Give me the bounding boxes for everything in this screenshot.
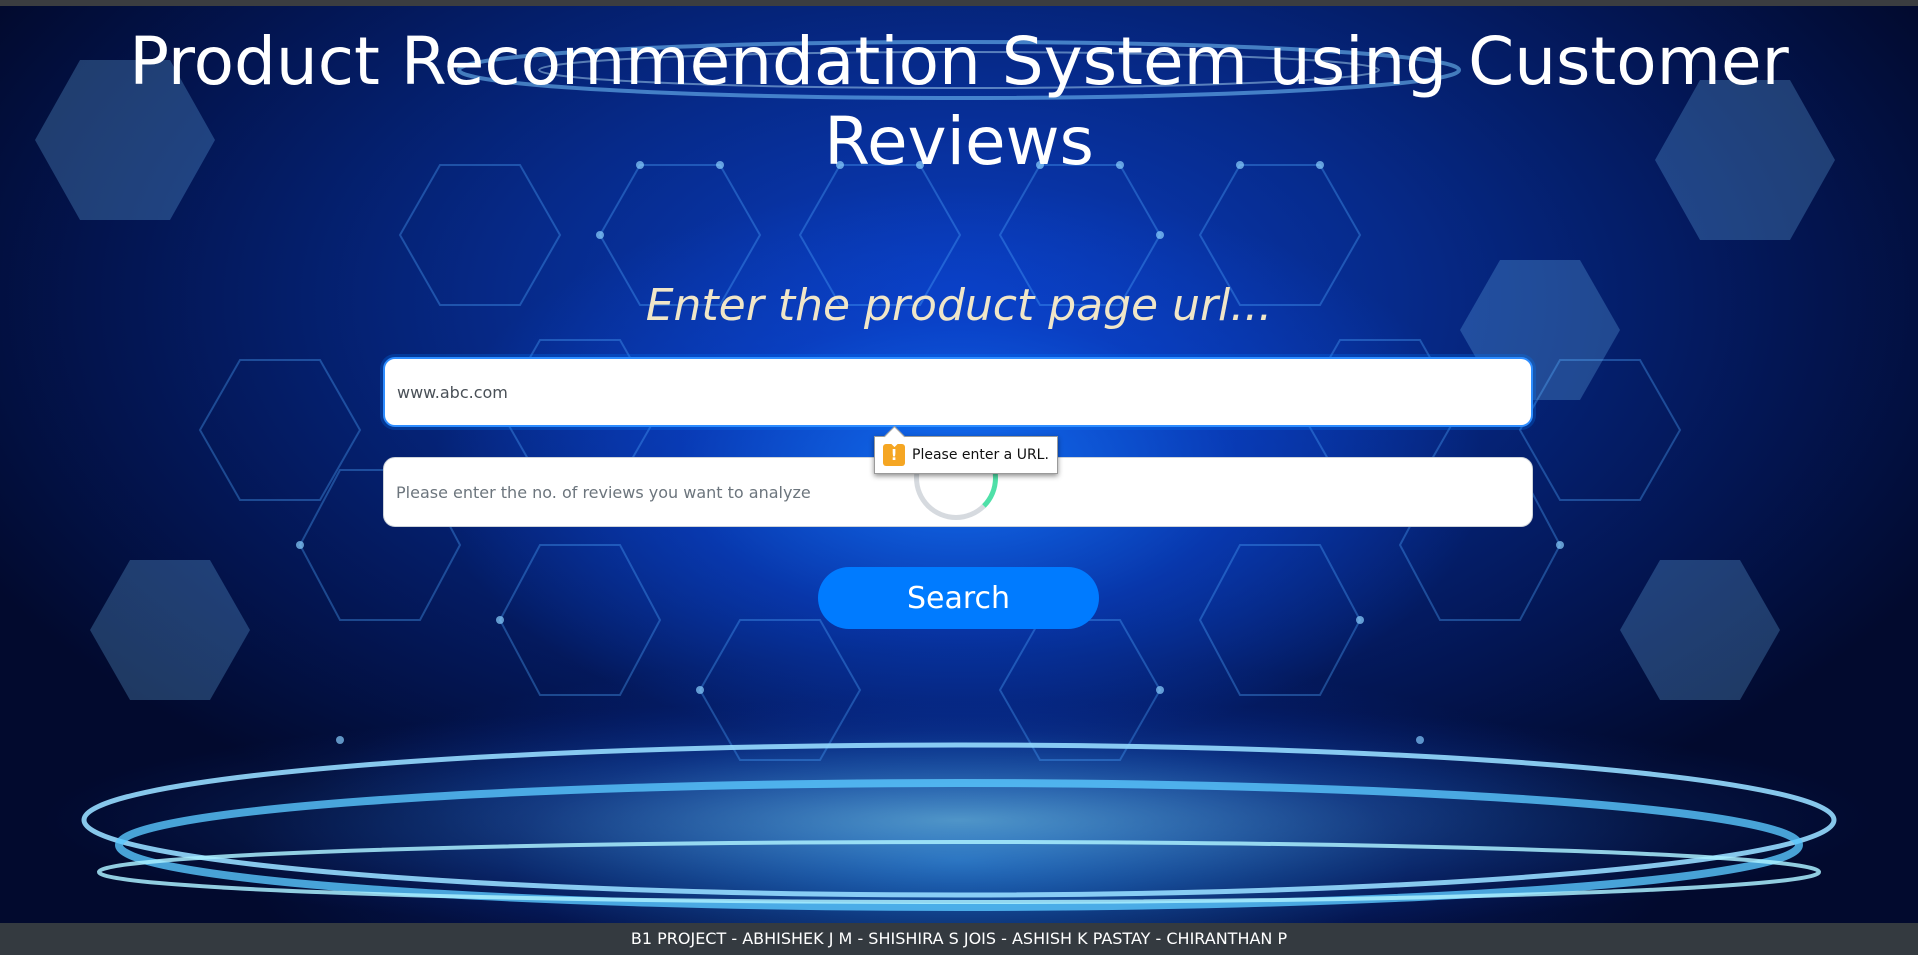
search-button[interactable]: Search bbox=[818, 567, 1099, 629]
validation-message: Please enter a URL. bbox=[912, 447, 1049, 463]
product-url-input[interactable] bbox=[383, 357, 1533, 427]
footer-credits: B1 PROJECT - ABHISHEK J M - SHISHIRA S J… bbox=[0, 923, 1918, 955]
browser-top-bar bbox=[0, 0, 1918, 6]
url-validation-tooltip: ! Please enter a URL. bbox=[874, 425, 1058, 474]
url-prompt-heading: Enter the product page url... bbox=[645, 280, 1273, 331]
page: Product Recommendation System using Cust… bbox=[0, 0, 1918, 955]
page-title: Product Recommendation System using Cust… bbox=[129, 23, 1789, 180]
